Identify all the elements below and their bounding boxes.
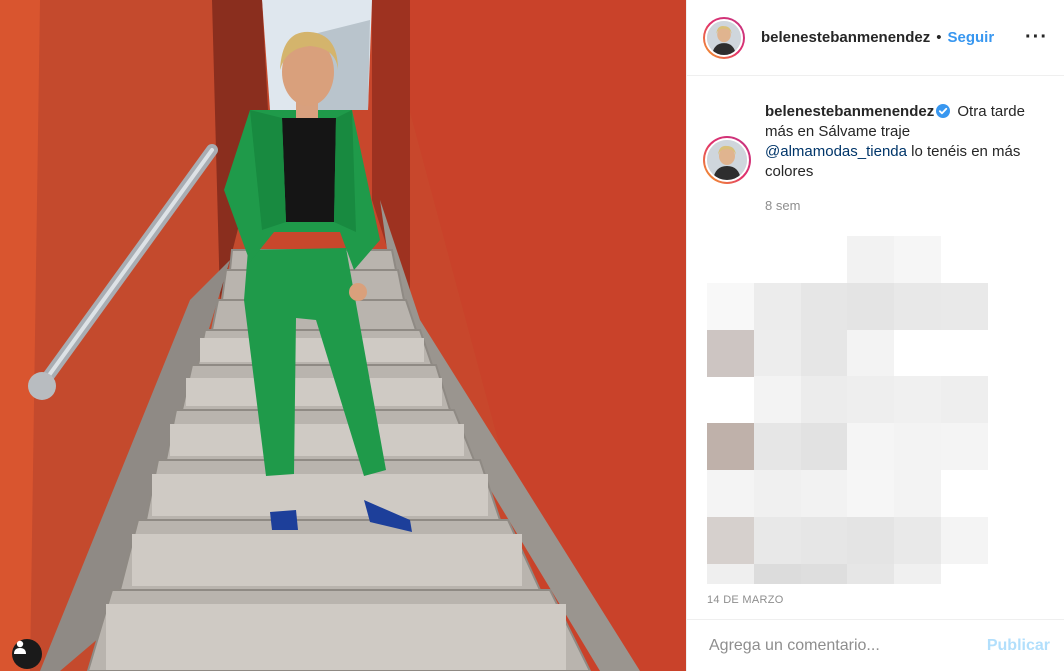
more-options-icon[interactable]: ··· bbox=[1025, 26, 1048, 49]
caption-mention-link[interactable]: @almamodas_tienda bbox=[765, 143, 907, 160]
caption-username[interactable]: belenestebanmenendez bbox=[765, 103, 934, 120]
comment-bar: Publicar bbox=[687, 619, 1064, 671]
caption: belenestebanmenendez Otra tarde más en S… bbox=[687, 76, 1064, 216]
caption-body: belenestebanmenendez Otra tarde más en S… bbox=[765, 102, 1047, 216]
user-tag-icon bbox=[14, 640, 26, 654]
caption-avatar-image bbox=[705, 138, 749, 182]
photo-illustration bbox=[0, 0, 686, 671]
post-header: belenestebanmenendez • Seguir ··· bbox=[687, 0, 1064, 76]
caption-avatar[interactable] bbox=[703, 136, 751, 184]
caption-avatar-illustration bbox=[707, 140, 747, 180]
avatar-illustration bbox=[707, 20, 741, 55]
caption-time: 8 sem bbox=[765, 198, 801, 213]
pixelated-comments bbox=[707, 236, 1063, 584]
post-side-panel: belenestebanmenendez • Seguir ··· belene… bbox=[686, 0, 1064, 671]
verified-badge-icon bbox=[936, 104, 951, 118]
tag-user-button[interactable] bbox=[12, 639, 42, 669]
publish-button[interactable]: Publicar bbox=[987, 637, 1050, 655]
comment-input[interactable] bbox=[707, 635, 987, 656]
header-username[interactable]: belenestebanmenendez bbox=[761, 29, 930, 46]
post-date: 14 DE MARZO bbox=[707, 594, 784, 606]
follow-button[interactable]: Seguir bbox=[947, 29, 994, 46]
post-photo[interactable] bbox=[0, 0, 686, 671]
avatar-image bbox=[705, 18, 743, 57]
header-separator: • bbox=[936, 29, 942, 46]
avatar[interactable] bbox=[703, 16, 745, 59]
instagram-post: belenestebanmenendez • Seguir ··· belene… bbox=[0, 0, 1064, 671]
